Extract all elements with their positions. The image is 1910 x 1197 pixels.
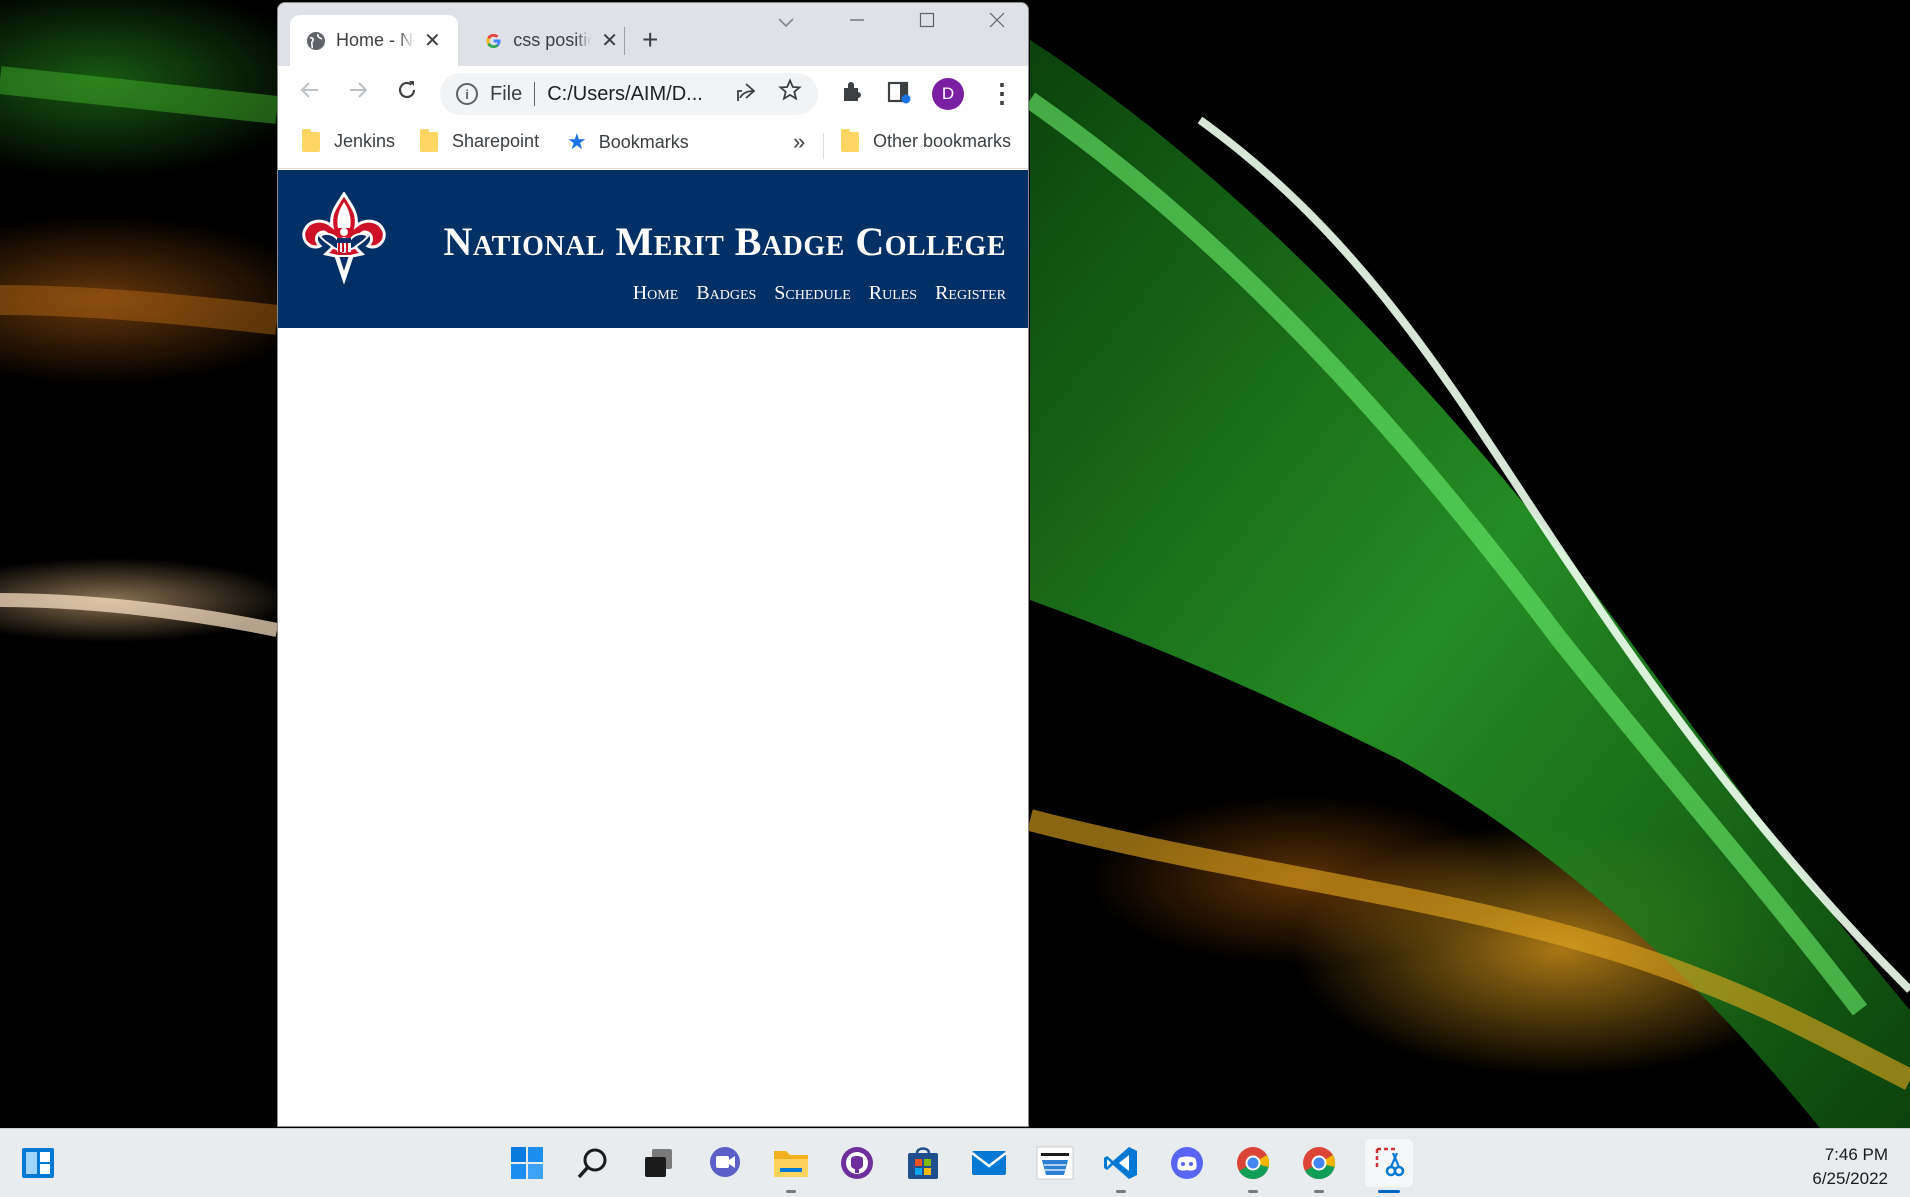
extensions-icon[interactable] (839, 79, 865, 110)
bookmark-label: Jenkins (334, 131, 396, 151)
clock-time: 7:46 PM (1824, 1145, 1888, 1164)
tab-title: css position (513, 30, 591, 50)
bookmark-label: Sharepoint (452, 131, 540, 151)
running-indicator (1314, 1190, 1324, 1193)
file-explorer-icon[interactable] (771, 1143, 811, 1193)
nav-home[interactable]: Home (633, 282, 679, 305)
amazon-icon[interactable] (1035, 1143, 1075, 1183)
widgets-icon[interactable] (18, 1143, 58, 1183)
browser-window: Home - National Merit Badge College ✕ cs… (277, 2, 1029, 1127)
reload-icon (398, 81, 416, 99)
globe-icon (307, 31, 325, 50)
browser-menu-icon[interactable]: ⋮ (989, 79, 1015, 107)
chrome-icon[interactable] (1299, 1143, 1339, 1193)
bookmark-jenkins[interactable]: Jenkins (302, 128, 396, 152)
site-info-icon[interactable]: i (456, 83, 478, 105)
discord-icon[interactable] (1167, 1143, 1207, 1183)
bookmarks-separator (823, 133, 824, 159)
system-clock[interactable]: 7:46 PM 6/25/2022 (1812, 1143, 1888, 1191)
minimize-button[interactable] (848, 11, 866, 34)
bookmark-label: Bookmarks (598, 131, 689, 152)
nav-register[interactable]: Register (935, 282, 1006, 305)
close-tab-icon[interactable]: ✕ (424, 28, 441, 53)
active-indicator (1378, 1190, 1400, 1193)
vscode-icon[interactable] (1101, 1143, 1141, 1193)
reload-button[interactable] (395, 78, 419, 108)
new-tab-button[interactable]: + (642, 25, 658, 55)
tab-separator (624, 27, 625, 55)
address-bar[interactable]: i File C:/Users/AIM/D... (440, 73, 818, 115)
chat-icon[interactable] (705, 1143, 745, 1183)
close-tab-icon[interactable]: ✕ (601, 28, 618, 53)
site-nav: Home Badges Schedule Rules Register (633, 282, 1006, 305)
github-desktop-icon[interactable] (837, 1143, 877, 1183)
nav-rules[interactable]: Rules (869, 282, 917, 305)
bsa-fleur-de-lis-logo[interactable] (298, 191, 390, 289)
folder-icon (420, 128, 438, 152)
microsoft-store-icon[interactable] (903, 1143, 943, 1183)
profile-avatar[interactable]: D (932, 78, 964, 110)
folder-icon (841, 128, 859, 152)
star-icon: ★ (567, 129, 587, 154)
back-arrow-icon (300, 82, 318, 98)
start-icon[interactable] (507, 1143, 547, 1183)
site-header: National Merit Badge College Home Badges… (278, 170, 1028, 328)
search-icon[interactable] (573, 1143, 613, 1183)
mail-icon[interactable] (969, 1143, 1009, 1183)
running-indicator (1248, 1190, 1258, 1193)
reading-list-icon[interactable] (886, 79, 912, 110)
running-indicator (786, 1190, 796, 1193)
forward-arrow-icon (350, 82, 368, 98)
snipping-tool-icon[interactable] (1365, 1139, 1413, 1193)
maximize-button[interactable] (918, 11, 936, 34)
tab-search-icon[interactable] (778, 15, 794, 33)
url-divider (534, 82, 536, 106)
browser-toolbar: i File C:/Users/AIM/D... D ⋮ (278, 66, 1028, 121)
nav-badges[interactable]: Badges (696, 282, 756, 305)
tab-strip: Home - National Merit Badge College ✕ cs… (278, 3, 1028, 66)
close-window-button[interactable] (988, 11, 1006, 34)
task-view-icon[interactable] (639, 1143, 679, 1183)
tab-title: Home - National Merit Badge College (336, 30, 414, 50)
tab-css-position[interactable]: css position ✕ (468, 15, 618, 66)
bookmarks-overflow-button[interactable]: » (793, 129, 805, 155)
running-indicator (1116, 1190, 1126, 1193)
site-title: National Merit Badge College (443, 219, 1006, 264)
other-bookmarks[interactable]: Other bookmarks (841, 128, 1012, 152)
share-icon[interactable] (734, 81, 758, 111)
url-scheme: File (490, 82, 523, 105)
back-button[interactable] (298, 78, 322, 108)
clock-date: 6/25/2022 (1812, 1169, 1888, 1188)
web-page: National Merit Badge College Home Badges… (278, 170, 1028, 1126)
bookmark-label: Other bookmarks (873, 131, 1012, 151)
taskbar: 7:46 PM 6/25/2022 (0, 1128, 1910, 1197)
bookmarks-bar: Jenkins Sharepoint ★ Bookmarks » Other b… (278, 121, 1028, 169)
nav-schedule[interactable]: Schedule (774, 282, 850, 305)
bookmark-sharepoint[interactable]: Sharepoint (420, 128, 540, 152)
folder-icon (302, 128, 320, 152)
chrome-icon[interactable] (1233, 1143, 1273, 1193)
bookmark-star-icon[interactable] (778, 78, 802, 109)
forward-button[interactable] (346, 78, 370, 108)
bookmark-bookmarks[interactable]: ★ Bookmarks (567, 131, 689, 153)
tab-home[interactable]: Home - National Merit Badge College ✕ (290, 15, 458, 66)
url-text[interactable]: C:/Users/AIM/D... (547, 83, 703, 106)
google-icon (486, 33, 501, 48)
